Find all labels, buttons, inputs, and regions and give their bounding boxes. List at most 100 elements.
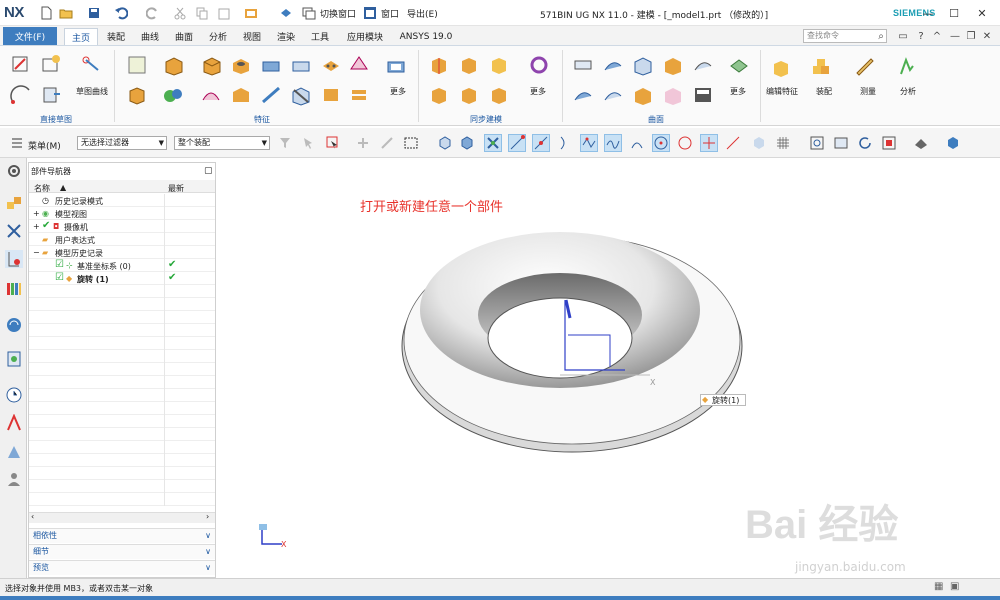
arc-icon[interactable] — [10, 84, 32, 106]
settings-icon[interactable] — [5, 162, 23, 180]
pattern-icon[interactable] — [320, 54, 342, 76]
history-palette-icon[interactable] — [5, 350, 23, 368]
sketch-icon[interactable] — [10, 54, 32, 76]
sew-icon[interactable] — [602, 84, 624, 106]
tab-ansys[interactable]: ANSYS 19.0 — [396, 28, 456, 45]
panel-preview[interactable]: 预览 ∨ — [29, 560, 215, 575]
resize-blend-icon[interactable] — [458, 84, 480, 106]
clock-icon[interactable] — [5, 386, 23, 404]
offset-face-icon[interactable] — [320, 84, 342, 106]
revolve-icon[interactable] — [200, 54, 222, 76]
checkmark-icon[interactable]: ✔ — [42, 220, 50, 231]
cube-view-icon[interactable] — [944, 134, 962, 152]
column-header-name[interactable]: 名称 — [34, 183, 50, 194]
render-style-icon[interactable] — [912, 134, 930, 152]
unite-icon[interactable] — [162, 84, 184, 106]
delete-face-icon[interactable] — [428, 84, 450, 106]
sweep-icon[interactable] — [260, 84, 282, 106]
reuse-library-icon[interactable] — [5, 280, 23, 298]
open-folder-icon[interactable] — [58, 5, 74, 21]
hole-icon[interactable] — [230, 54, 252, 76]
expand-icon[interactable]: + — [33, 209, 40, 218]
tab-curve[interactable]: 曲线 — [134, 28, 166, 45]
assembly-icon[interactable] — [810, 56, 832, 78]
tab-view[interactable]: 视图 — [236, 28, 268, 45]
through-curves-icon[interactable] — [602, 54, 624, 76]
grid-icon[interactable] — [774, 134, 792, 152]
scroll-left-icon[interactable]: ‹ — [31, 512, 34, 521]
thicken-icon[interactable] — [348, 84, 370, 106]
edge-blend-icon[interactable] — [200, 84, 222, 106]
end-point-icon[interactable] — [508, 134, 526, 152]
file-menu-button[interactable]: 文件(F) — [3, 27, 57, 45]
search-icon[interactable]: ⌕ — [874, 29, 888, 43]
select-tool-icon[interactable] — [324, 134, 342, 152]
web-browser-icon[interactable] — [5, 316, 23, 334]
analysis-icon[interactable] — [896, 56, 918, 78]
mesh-surface-icon[interactable] — [728, 54, 750, 76]
deselect-icon[interactable] — [378, 134, 396, 152]
measure-icon[interactable] — [854, 56, 876, 78]
constraint-navigator-icon[interactable] — [5, 222, 23, 240]
process-studio-icon[interactable] — [5, 413, 23, 432]
fit-view-icon[interactable] — [808, 134, 826, 152]
cut-icon[interactable] — [172, 5, 188, 21]
sketch-curve-icon[interactable] — [80, 54, 102, 76]
tab-applications[interactable]: 应用模块 — [340, 28, 390, 45]
doc-minimize-icon[interactable]: — — [948, 29, 962, 43]
view-icon[interactable] — [278, 5, 294, 21]
zoom-icon[interactable] — [832, 134, 850, 152]
display-mode-icon[interactable] — [243, 5, 259, 21]
rotate-icon[interactable] — [856, 134, 874, 152]
minimize-button[interactable]: — — [918, 5, 938, 21]
control-point-icon[interactable] — [556, 134, 574, 152]
pull-face-icon[interactable] — [458, 54, 480, 76]
project-curve-icon[interactable] — [40, 84, 62, 106]
trim-body-icon[interactable] — [290, 84, 312, 106]
existing-point-icon[interactable] — [700, 134, 718, 152]
surface-icon[interactable] — [572, 54, 594, 76]
tab-render[interactable]: 渲染 — [270, 28, 302, 45]
panel-details[interactable]: 细节 ∨ — [29, 544, 215, 559]
checkbox-checked-icon[interactable]: ☑ — [55, 259, 64, 270]
extend-sheet-icon[interactable] — [662, 84, 684, 106]
rectangle-select-icon[interactable] — [402, 134, 420, 152]
tab-analysis[interactable]: 分析 — [202, 28, 234, 45]
column-header-latest[interactable]: 最新 — [168, 183, 184, 194]
block-icon[interactable] — [126, 84, 148, 106]
redo-icon[interactable] — [145, 5, 161, 21]
switch-window-icon[interactable] — [301, 5, 317, 21]
draft-icon[interactable] — [348, 54, 370, 76]
window-menu-button[interactable]: 窗口 — [381, 7, 399, 20]
patch-icon[interactable] — [692, 84, 714, 106]
new-file-icon[interactable] — [38, 5, 54, 21]
add-icon[interactable] — [354, 134, 372, 152]
offset-region-icon[interactable] — [488, 54, 510, 76]
more-surface-label[interactable]: 更多 — [730, 86, 746, 97]
move-face-icon[interactable] — [428, 54, 450, 76]
point-on-curve-icon[interactable] — [604, 134, 622, 152]
select-feature-icon[interactable] — [300, 134, 318, 152]
boss-icon[interactable] — [260, 54, 282, 76]
window-icon[interactable] — [362, 5, 378, 21]
measure-label[interactable]: 测量 — [860, 86, 876, 97]
scroll-right-icon[interactable]: › — [206, 512, 209, 521]
select-body-icon[interactable] — [458, 134, 476, 152]
n-sided-surface-icon[interactable] — [662, 54, 684, 76]
collapse-ribbon-icon[interactable]: ^ — [930, 29, 944, 43]
role-icon[interactable] — [5, 470, 23, 488]
status-grid-icon[interactable]: ▦ — [934, 581, 943, 592]
snap-point-icon[interactable] — [484, 134, 502, 152]
navigator-pin-icon[interactable]: ▢ — [204, 166, 213, 176]
swept-surface-icon[interactable] — [632, 54, 654, 76]
pattern-face-icon[interactable] — [488, 84, 510, 106]
doc-close-icon[interactable]: ✕ — [980, 29, 994, 43]
circle-point-icon[interactable] — [676, 134, 694, 152]
copy-icon[interactable] — [194, 5, 210, 21]
view-orient-icon[interactable] — [750, 134, 768, 152]
more-features-label[interactable]: 更多 — [390, 86, 406, 97]
checkbox-checked-icon[interactable]: ☑ — [55, 272, 64, 283]
part-navigator-icon[interactable] — [5, 250, 23, 268]
assembly-navigator-icon[interactable] — [5, 194, 23, 212]
shell-icon[interactable] — [385, 54, 407, 76]
